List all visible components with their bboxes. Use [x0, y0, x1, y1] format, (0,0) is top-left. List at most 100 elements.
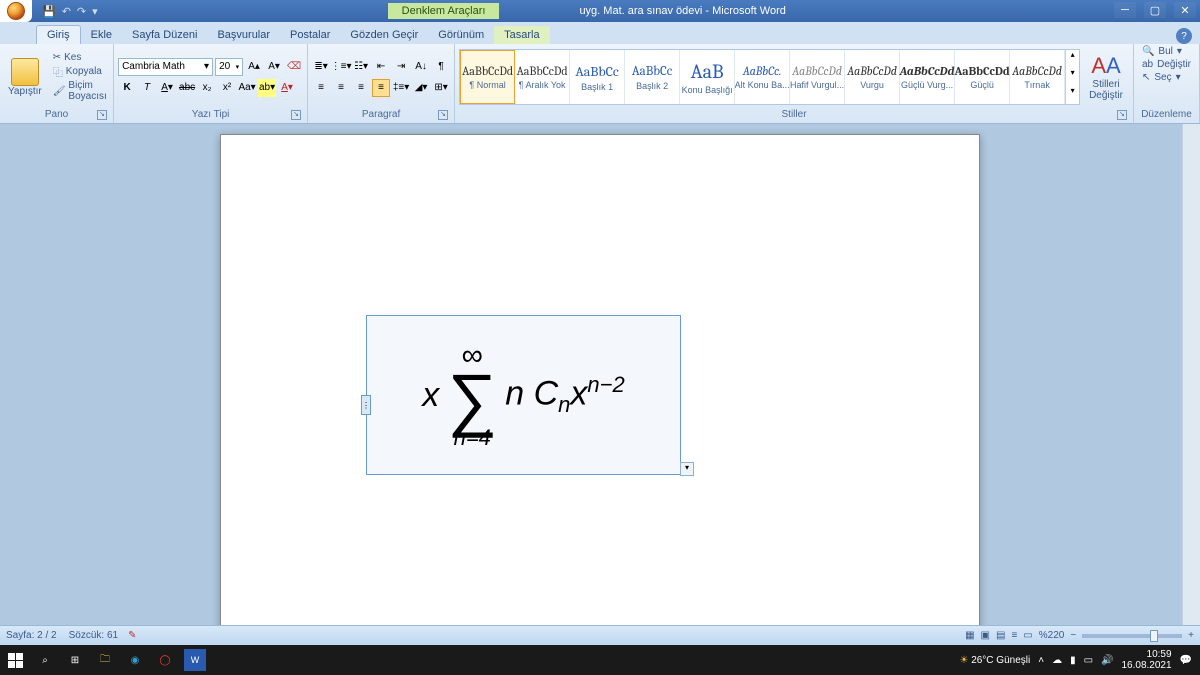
paragraph-dialog-launcher[interactable]: ↘	[438, 110, 448, 120]
line-spacing-button[interactable]: ‡≡▾	[392, 79, 410, 97]
change-styles-button[interactable]: AA Stilleri Değiştir	[1083, 53, 1129, 101]
shrink-font-button[interactable]: A▾	[265, 58, 283, 76]
taskbar-clock[interactable]: 10:59 16.08.2021	[1121, 649, 1171, 671]
show-marks-button[interactable]: ¶	[432, 58, 450, 76]
superscript-button[interactable]: x²	[218, 79, 236, 97]
numbering-button[interactable]: ⋮≡▾	[332, 58, 350, 76]
bold-button[interactable]: K	[118, 79, 136, 97]
office-button[interactable]	[0, 0, 32, 22]
pano-dialog-launcher[interactable]: ↘	[97, 110, 107, 120]
file-explorer-icon[interactable]: 🗀	[90, 645, 120, 675]
font-color-button[interactable]: A▾	[278, 79, 296, 97]
style-baslik2[interactable]: AaBbCcBaşlık 2	[625, 50, 680, 104]
multilevel-button[interactable]: ☷▾	[352, 58, 370, 76]
equation-options-button[interactable]: ▾	[680, 462, 694, 476]
style-tirnak[interactable]: AaBbCcDdTırnak	[1010, 50, 1065, 104]
taskbar-search-icon[interactable]: ⌕	[30, 645, 60, 675]
tray-battery-icon[interactable]: ▮	[1070, 655, 1076, 666]
close-button[interactable]: ✕	[1174, 2, 1196, 18]
styles-more[interactable]: ▾	[1066, 86, 1079, 104]
document-page[interactable]: ⋮ x ∞ ∑ n=4 n Cnxn−2 ▾	[220, 134, 980, 645]
word-icon[interactable]: W	[184, 649, 206, 671]
underline-button[interactable]: A▾	[158, 79, 176, 97]
tray-volume-icon[interactable]: 🔊	[1101, 655, 1113, 666]
styles-row-down[interactable]: ▾	[1066, 68, 1079, 86]
weather-widget[interactable]: ☀ 26°C Güneşli	[959, 655, 1030, 666]
styles-dialog-launcher[interactable]: ↘	[1117, 110, 1127, 120]
indent-dec-button[interactable]: ⇤	[372, 58, 390, 76]
qat-more-icon[interactable]: ▾	[92, 5, 98, 18]
save-icon[interactable]: 💾	[42, 5, 56, 18]
task-view-icon[interactable]: ⊞	[60, 645, 90, 675]
paste-icon[interactable]	[11, 58, 39, 86]
maximize-button[interactable]: ▢	[1144, 2, 1166, 18]
style-konu-basligi[interactable]: AaBKonu Başlığı	[680, 50, 735, 104]
status-page[interactable]: Sayfa: 2 / 2	[6, 630, 57, 641]
replace-button[interactable]: abDeğiştir	[1142, 59, 1191, 70]
equation-box[interactable]: ⋮ x ∞ ∑ n=4 n Cnxn−2 ▾	[366, 315, 681, 475]
help-icon[interactable]: ?	[1176, 28, 1192, 44]
status-words[interactable]: Sözcük: 61	[69, 630, 118, 641]
styles-row-up[interactable]: ▴	[1066, 50, 1079, 68]
paste-button[interactable]: Yapıştır	[8, 86, 42, 97]
tab-gozden-gecir[interactable]: Gözden Geçir	[340, 26, 428, 44]
undo-icon[interactable]: ↶	[62, 5, 71, 18]
equation-content[interactable]: x ∞ ∑ n=4 n Cnxn−2	[367, 316, 680, 474]
edge-icon[interactable]: ◉	[120, 645, 150, 675]
style-alt-konu[interactable]: AaBbCc.Alt Konu Ba...	[735, 50, 790, 104]
zoom-in-button[interactable]: +	[1188, 630, 1194, 641]
align-left-button[interactable]: ≡	[312, 79, 330, 97]
tab-tasarla[interactable]: Tasarla	[494, 26, 549, 44]
minimize-button[interactable]: ─	[1114, 2, 1136, 18]
tab-gorunum[interactable]: Görünüm	[428, 26, 494, 44]
zoom-slider[interactable]	[1082, 634, 1182, 638]
tray-network-icon[interactable]: ▭	[1084, 655, 1093, 666]
tab-postalar[interactable]: Postalar	[280, 26, 340, 44]
tab-sayfa-duzeni[interactable]: Sayfa Düzeni	[122, 26, 207, 44]
sort-button[interactable]: A↓	[412, 58, 430, 76]
view-draft-icon[interactable]: ▭	[1023, 630, 1032, 641]
strike-button[interactable]: abc	[178, 79, 196, 97]
highlight-button[interactable]: ab▾	[258, 79, 276, 97]
find-button[interactable]: 🔍Bul ▾	[1142, 46, 1191, 57]
tray-onedrive-icon[interactable]: ☁	[1052, 655, 1062, 666]
indent-inc-button[interactable]: ⇥	[392, 58, 410, 76]
redo-icon[interactable]: ↷	[77, 5, 86, 18]
align-right-button[interactable]: ≡	[352, 79, 370, 97]
notifications-icon[interactable]: 💬	[1180, 655, 1192, 666]
format-painter-button[interactable]: 🖌Biçim Boyacısı	[53, 80, 109, 102]
justify-button[interactable]: ≡	[372, 79, 390, 97]
cut-button[interactable]: ✂Kes	[53, 52, 109, 63]
shading-button[interactable]: ◢▾	[412, 79, 430, 97]
view-outline-icon[interactable]: ≡	[1011, 630, 1017, 641]
style-vurgu[interactable]: AaBbCcDdVurgu	[845, 50, 900, 104]
font-size-combo[interactable]: 20▾	[215, 58, 243, 76]
tray-chevron-icon[interactable]: ˄	[1038, 655, 1044, 666]
proofing-icon[interactable]: ✎	[128, 630, 136, 641]
tab-ekle[interactable]: Ekle	[81, 26, 122, 44]
style-aralik-yok[interactable]: AaBbCcDd¶ Aralık Yok	[515, 50, 570, 104]
vertical-scrollbar[interactable]	[1182, 124, 1200, 645]
view-fullscreen-icon[interactable]: ▣	[981, 630, 990, 641]
font-name-combo[interactable]: Cambria Math▾	[118, 58, 213, 76]
subscript-button[interactable]: x₂	[198, 79, 216, 97]
align-center-button[interactable]: ≡	[332, 79, 350, 97]
style-baslik1[interactable]: AaBbCcBaşlık 1	[570, 50, 625, 104]
style-hafif-vurgu[interactable]: AaBbCcDdHafif Vurgul...	[790, 50, 845, 104]
zoom-level[interactable]: %220	[1039, 630, 1065, 641]
bullets-button[interactable]: ≣▾	[312, 58, 330, 76]
copy-button[interactable]: ⿻Kopyala	[53, 64, 109, 79]
start-button[interactable]	[0, 645, 30, 675]
styles-gallery[interactable]: AaBbCcDd¶ Normal AaBbCcDd¶ Aralık Yok Aa…	[459, 49, 1080, 105]
view-print-layout-icon[interactable]: ▦	[965, 630, 974, 641]
select-button[interactable]: ↖Seç ▾	[1142, 72, 1191, 83]
view-web-icon[interactable]: ▤	[996, 630, 1005, 641]
tab-giris[interactable]: Giriş	[36, 25, 81, 44]
tab-basvurular[interactable]: Başvurular	[207, 26, 280, 44]
equation-handle[interactable]: ⋮	[361, 395, 371, 415]
style-normal[interactable]: AaBbCcDd¶ Normal	[460, 50, 515, 104]
clear-format-button[interactable]: ⌫	[285, 58, 303, 76]
italic-button[interactable]: T	[138, 79, 156, 97]
borders-button[interactable]: ⊞▾	[432, 79, 450, 97]
app-icon-1[interactable]: ◯	[150, 645, 180, 675]
